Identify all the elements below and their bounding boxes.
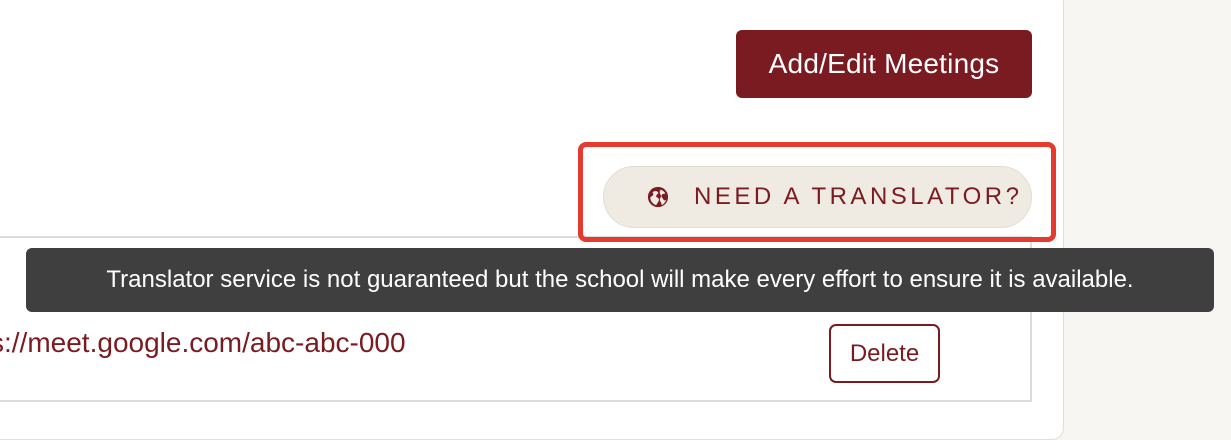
- delete-meeting-button[interactable]: Delete: [829, 324, 940, 383]
- translator-tooltip: Translator service is not guaranteed but…: [26, 248, 1214, 312]
- translator-label: NEED A TRANSLATOR?: [694, 183, 1023, 210]
- need-translator-button[interactable]: NEED A TRANSLATOR?: [603, 166, 1032, 228]
- meeting-link[interactable]: s://meet.google.com/abc-abc-000: [0, 327, 406, 359]
- globe-icon: [647, 186, 669, 208]
- add-edit-meetings-button[interactable]: Add/Edit Meetings: [736, 30, 1032, 98]
